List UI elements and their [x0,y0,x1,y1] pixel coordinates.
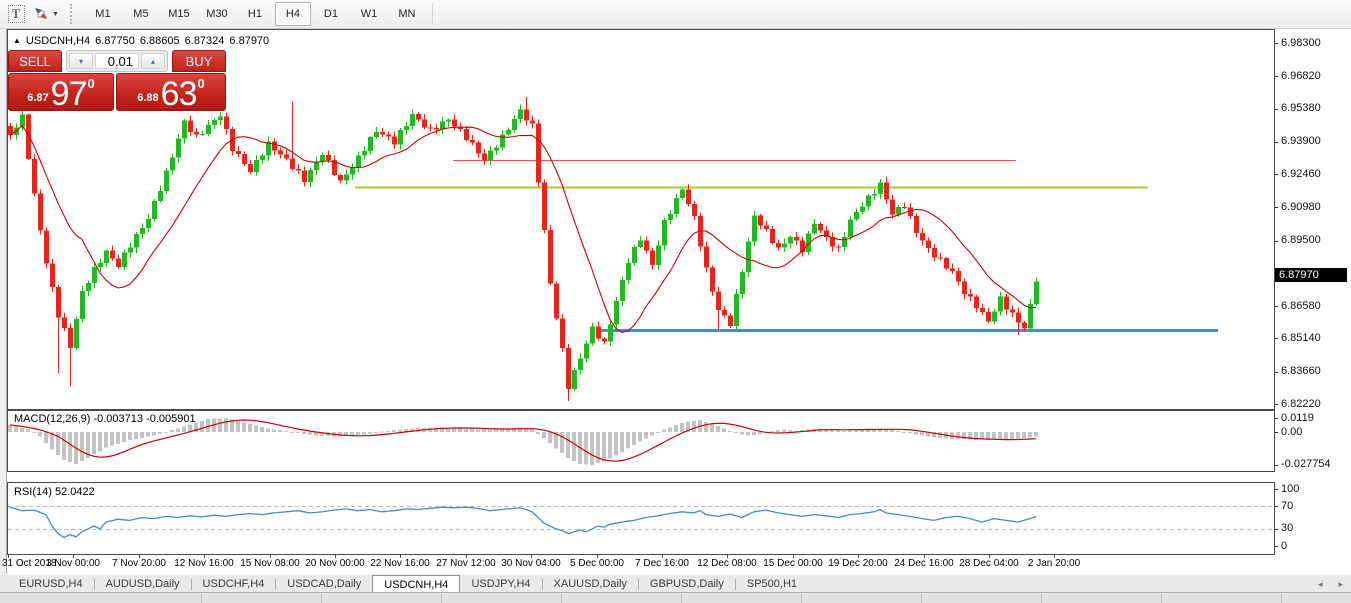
rsi-axis-label: 100 [1281,483,1299,495]
time-axis-label: 2 Jan 20:00 [1014,558,1094,569]
rsi-axis-tick [1274,529,1278,530]
arrows-icon [33,6,49,22]
volume-decrease-button[interactable]: ▾ [69,53,93,69]
chart-tab-usdcad[interactable]: USDCAD,Daily [276,575,372,593]
tab-scroll-right-icon[interactable]: ▸ [1330,579,1351,590]
volume-input[interactable]: 0.01 [95,53,139,69]
chart-tab-usdcnh[interactable]: USDCNH,H4 [372,575,460,593]
chart-tab-audusd[interactable]: AUDUSD,Daily [95,575,191,593]
price-axis-tick [1274,174,1278,175]
price-axis-tick [1274,404,1278,405]
price-axis-label: 6.95380 [1281,102,1321,114]
macd-axis-tick [1274,418,1278,419]
macd-indicator-label: MACD(12,26,9) -0.003713 -0.005901 [14,413,196,425]
macd-axis-label: 0.00 [1281,426,1302,438]
price-axis-tick [1274,338,1278,339]
timeframe-button-m1[interactable]: M1 [85,2,121,26]
macd-axis-tick [1274,432,1278,433]
timeframe-button-m5[interactable]: M5 [123,2,159,26]
chart-ohlc-header: ▲ USDCNH,H4 6.87750 6.88605 6.87324 6.87970 [13,35,274,47]
collapse-panel-icon[interactable]: ▲ [13,36,21,45]
rsi-axis-label: 70 [1281,500,1293,512]
timeframe-button-h1[interactable]: H1 [237,2,273,26]
price-axis-label: 6.83660 [1281,365,1321,377]
price-axis-tick [1274,109,1278,110]
sell-price-big: 97 [51,79,87,109]
macd-axis-tick [1274,465,1278,466]
price-axis-label: 6.82220 [1281,398,1321,410]
one-click-trade-panel: SELL ▾ 0.01 ▴ BUY 6.87 97 0 6.88 63 0 [8,50,226,111]
price-axis-tick [1274,372,1278,373]
price-axis-label: 6.93900 [1281,135,1321,147]
header-high: 6.88605 [140,35,180,47]
dropdown-caret-icon[interactable]: ▼ [52,11,59,18]
timeframe-button-w1[interactable]: W1 [351,2,387,26]
tab-scrollers: ◂ ▸ [1310,575,1351,593]
crosshair-arrows-button[interactable]: ▼ [32,2,60,26]
price-axis-label: 6.92460 [1281,168,1321,180]
timeframe-button-mn[interactable]: MN [389,2,425,26]
chart-tab-gbpusd[interactable]: GBPUSD,Daily [639,575,735,593]
volume-down-icon: ▾ [79,57,83,66]
price-axis-label: 6.90980 [1281,201,1321,213]
macd-axis-label: -0.027754 [1281,458,1331,470]
header-low: 6.87324 [185,35,225,47]
sell-price-display[interactable]: 6.87 97 0 [8,73,114,111]
rsi-axis-tick [1274,506,1278,507]
chart-tab-bar: EURUSD,H4AUDUSD,DailyUSDCHF,H4USDCAD,Dai… [0,574,1351,593]
chart-tab-sp500[interactable]: SP500,H1 [736,575,808,593]
header-open: 6.87750 [95,35,135,47]
tab-list: EURUSD,H4AUDUSD,DailyUSDCHF,H4USDCAD,Dai… [8,575,808,593]
text-tool-button[interactable]: T [3,2,29,26]
buy-button[interactable]: BUY [172,50,226,72]
volume-up-icon: ▴ [151,57,155,66]
toolbar-grip[interactable] [70,4,78,24]
rsi-axis-label: 30 [1281,522,1293,534]
rsi-axis-tick [1274,489,1278,490]
chart-tab-eurusd[interactable]: EURUSD,H4 [8,575,94,593]
status-bar [0,592,1351,603]
sell-button[interactable]: SELL [8,50,62,72]
buy-price-sup: 0 [198,76,205,91]
price-axis-tick [1274,241,1278,242]
price-axis-tick [1274,43,1278,44]
current-price-badge: 6.87970 [1275,268,1347,282]
price-axis-tick [1274,142,1278,143]
buy-price-big: 63 [161,79,197,109]
volume-increase-button[interactable]: ▴ [141,53,165,69]
rsi-indicator-label: RSI(14) 52.0422 [14,486,95,498]
buy-price-small: 6.88 [137,92,158,104]
price-axis-label: 6.98300 [1281,37,1321,49]
text-tool-icon: T [8,5,25,23]
timeframe-button-m15[interactable]: M15 [161,2,197,26]
header-close: 6.87970 [229,35,269,47]
price-axis-label: 6.85140 [1281,332,1321,344]
price-axis-tick [1274,306,1278,307]
chart-tab-xauusd[interactable]: XAUUSD,Daily [543,575,638,593]
price-axis-tick [1274,76,1278,77]
volume-stepper: ▾ 0.01 ▴ [66,50,168,72]
buy-price-display[interactable]: 6.88 63 0 [116,73,226,111]
sell-price-sup: 0 [88,76,95,91]
sell-price-small: 6.87 [27,92,48,104]
chart-tab-usdchf[interactable]: USDCHF,H4 [192,575,276,593]
macd-axis-label: 0.0119 [1281,412,1314,424]
price-axis-label: 6.86580 [1281,300,1321,312]
price-axis-tick [1274,207,1278,208]
rsi-axis-label: 0 [1281,540,1287,552]
timeframe-button-group: M1M5M15M30H1H4D1W1MN [84,2,426,26]
chart-tab-usdjpy[interactable]: USDJPY,H4 [460,575,541,593]
tab-scroll-left-icon[interactable]: ◂ [1310,579,1331,590]
header-symbol-period: USDCNH,H4 [26,35,90,47]
timeframe-button-h4[interactable]: H4 [275,2,311,26]
rsi-axis-tick [1274,546,1278,547]
toolbar-separator [432,3,433,25]
price-axis-label: 6.89500 [1281,234,1321,246]
timeframe-button-m30[interactable]: M30 [199,2,235,26]
mt4-terminal: { "colors": { "candle_up": "#25b825", "c… [0,0,1351,602]
top-toolbar: T ▼ M1M5M15M30H1H4D1W1MN [0,0,1351,29]
price-axis-label: 6.96820 [1281,70,1321,82]
timeframe-button-d1[interactable]: D1 [313,2,349,26]
